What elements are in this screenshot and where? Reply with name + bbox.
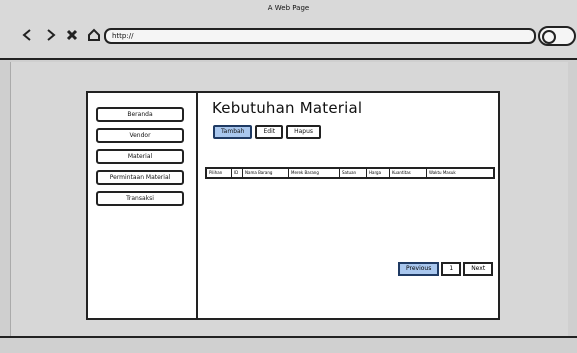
main-content: Kebutuhan Material Tambah Edit Hapus Pil… — [198, 93, 498, 318]
status-bar — [0, 336, 577, 353]
url-text: http:// — [112, 32, 134, 40]
pagination: Previous 1 Next — [398, 262, 495, 276]
table-header-cell: Harga — [367, 169, 390, 177]
forward-icon[interactable] — [42, 27, 58, 43]
table-header-cell: Nama Barang — [243, 169, 289, 177]
add-button[interactable]: Tambah — [213, 125, 253, 139]
previous-button[interactable]: Previous — [398, 262, 440, 276]
page-1-button[interactable]: 1 — [441, 262, 462, 276]
search-icon[interactable] — [538, 26, 576, 46]
back-icon[interactable] — [20, 27, 36, 43]
home-icon[interactable] — [86, 27, 102, 43]
table-header-cell: Kuantitas — [390, 169, 427, 177]
sidebar-item-permintaan-material[interactable]: Permintaan Material — [96, 170, 184, 185]
sidebar-item-beranda[interactable]: Beranda — [96, 107, 184, 122]
table-header-cell: Satuan — [340, 169, 367, 177]
table-header-cell: Pilihan — [207, 169, 232, 177]
next-button[interactable]: Next — [463, 262, 494, 276]
nav-buttons — [20, 26, 102, 44]
table-header-cell: ID — [232, 169, 243, 177]
sidebar-item-vendor[interactable]: Vendor — [96, 128, 184, 143]
sidebar-item-material[interactable]: Material — [96, 149, 184, 164]
edit-button[interactable]: Edit — [255, 125, 284, 139]
window-title: A Web Page — [267, 4, 310, 12]
browser-window: A Web Page http:// Beranda Vendor Materi… — [0, 0, 577, 353]
close-icon[interactable] — [64, 27, 80, 43]
table-header-cell: Waktu Masuk — [429, 170, 456, 175]
table-header-cell: Merek Barang — [289, 169, 340, 177]
delete-button[interactable]: Hapus — [286, 125, 322, 139]
action-buttons: Tambah Edit Hapus — [213, 125, 324, 139]
url-input[interactable]: http:// — [104, 28, 536, 44]
sidebar-item-transaksi[interactable]: Transaksi — [96, 191, 184, 206]
table-header: Pilihan ID Nama Barang Merek Barang Satu… — [205, 167, 495, 179]
sidebar: Beranda Vendor Material Permintaan Mater… — [88, 93, 198, 318]
browser-toolbar: A Web Page http:// — [0, 0, 577, 60]
page-title: Kebutuhan Material — [212, 99, 363, 117]
app-frame: Beranda Vendor Material Permintaan Mater… — [86, 91, 500, 320]
